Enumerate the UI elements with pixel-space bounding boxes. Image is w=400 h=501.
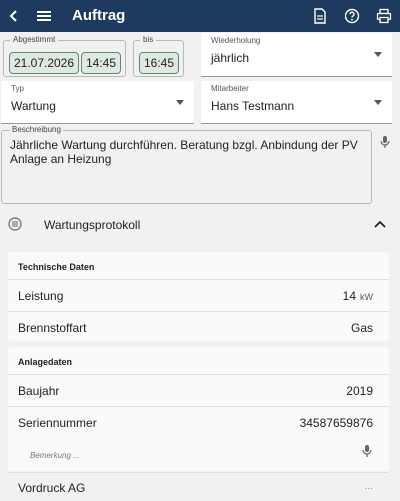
dropdown-arrow-icon: [176, 100, 184, 105]
list-icon: [8, 217, 22, 231]
row-key: Brennstoffart: [18, 321, 87, 335]
protocol-label: Wartungsprotokoll: [44, 218, 141, 232]
until-time-button[interactable]: 16:45: [139, 52, 179, 74]
system-data-header: Anlagedaten: [8, 347, 389, 375]
technical-data-header: Technische Daten: [8, 252, 389, 280]
table-row[interactable]: Brennstoffart Gas: [8, 312, 389, 344]
list-item-label: Vordruck AG: [18, 481, 86, 495]
chevron-left-icon[interactable]: [4, 6, 24, 26]
row-value: 14 kW: [343, 289, 373, 303]
page-title: Auftrag: [72, 7, 126, 24]
agreed-time-button[interactable]: 14:45: [81, 52, 121, 74]
until-label: bis: [140, 35, 157, 45]
table-row[interactable]: Seriennummer 34587659876: [8, 407, 389, 439]
row-unit: kW: [360, 292, 373, 302]
chevron-up-icon[interactable]: [374, 219, 386, 229]
row-value: Gas: [350, 321, 373, 335]
type-label: Typ: [11, 84, 24, 93]
remark-field[interactable]: Bemerkung ...: [8, 439, 389, 473]
row-value-number: 14: [342, 289, 356, 303]
description-text: Jährliche Wartung durchführen. Beratung …: [10, 138, 358, 166]
type-select[interactable]: Typ Wartung: [1, 81, 194, 124]
employee-value: Hans Testmann: [211, 99, 295, 113]
menu-icon[interactable]: [34, 6, 54, 26]
row-value: 2019: [346, 384, 373, 398]
until-group: bis 16:45: [133, 35, 184, 77]
print-icon[interactable]: [374, 6, 394, 26]
remark-placeholder: Bemerkung ...: [30, 451, 80, 460]
description-field[interactable]: Beschreibung Jährliche Wartung durchführ…: [1, 125, 372, 204]
agreed-date-button[interactable]: 21.07.2026: [9, 52, 79, 74]
employee-label: Mitarbeiter: [211, 84, 249, 93]
repeat-label: Wiederholung: [211, 36, 261, 45]
document-icon[interactable]: [310, 6, 330, 26]
agreed-label: Abgestimmt: [10, 35, 59, 45]
employee-select[interactable]: Mitarbeiter Hans Testmann: [201, 81, 392, 124]
dropdown-arrow-icon: [374, 52, 382, 57]
repeat-value: jährlich: [211, 51, 250, 65]
microphone-icon[interactable]: [379, 135, 391, 149]
system-data-card: Anlagedaten Baujahr 2019 Seriennummer 34…: [8, 347, 389, 473]
app-bar: Auftrag: [0, 0, 400, 32]
row-key: Baujahr: [18, 384, 60, 398]
row-key: Leistung: [18, 289, 64, 303]
system-data-title: Anlagedaten: [18, 357, 73, 367]
list-item[interactable]: Vordruck AG ...: [8, 474, 389, 501]
type-value: Wartung: [11, 99, 56, 113]
technical-data-card: Technische Daten Leistung 14 kW Brennstof…: [8, 252, 389, 341]
agreed-group: Abgestimmt 21.07.2026 14:45: [3, 35, 126, 77]
repeat-select[interactable]: Wiederholung jährlich: [201, 33, 392, 77]
table-row[interactable]: Leistung 14 kW: [8, 280, 389, 312]
row-value: 34587659876: [299, 416, 373, 430]
technical-data-title: Technische Daten: [18, 262, 95, 272]
microphone-icon[interactable]: [361, 444, 373, 458]
help-icon[interactable]: [342, 6, 362, 26]
more-indicator: ...: [364, 481, 373, 492]
dropdown-arrow-icon: [374, 100, 382, 105]
description-label: Beschreibung: [10, 125, 63, 135]
table-row[interactable]: Baujahr 2019: [8, 375, 389, 407]
row-key: Seriennummer: [18, 416, 97, 430]
protocol-header[interactable]: Wartungsprotokoll: [0, 212, 400, 238]
